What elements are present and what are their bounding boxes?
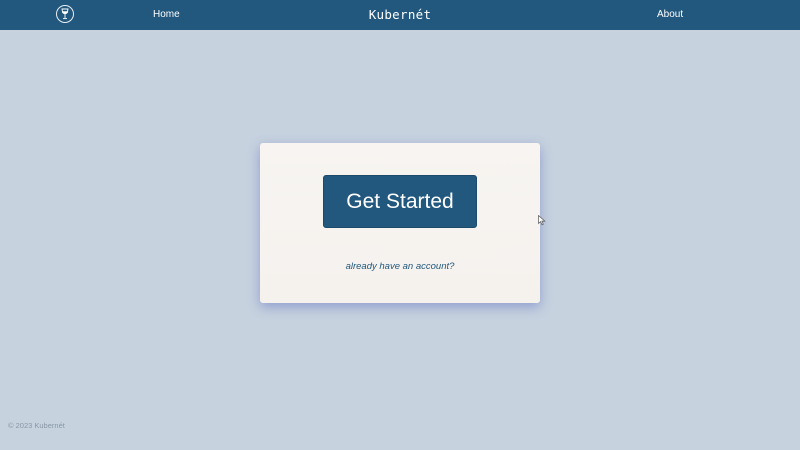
get-started-button[interactable]: Get Started	[323, 175, 477, 228]
top-navbar: Home Kubernét About	[0, 0, 800, 30]
nav-home-link[interactable]: Home	[153, 0, 180, 30]
footer-copyright: © 2023 Kubernét	[8, 421, 65, 430]
nav-about-link[interactable]: About	[657, 0, 683, 30]
mouse-cursor-icon	[538, 213, 546, 231]
already-have-account-link[interactable]: already have an account?	[260, 261, 540, 272]
wine-glass-icon[interactable]	[56, 5, 74, 23]
welcome-card: Get Started already have an account?	[260, 143, 540, 303]
